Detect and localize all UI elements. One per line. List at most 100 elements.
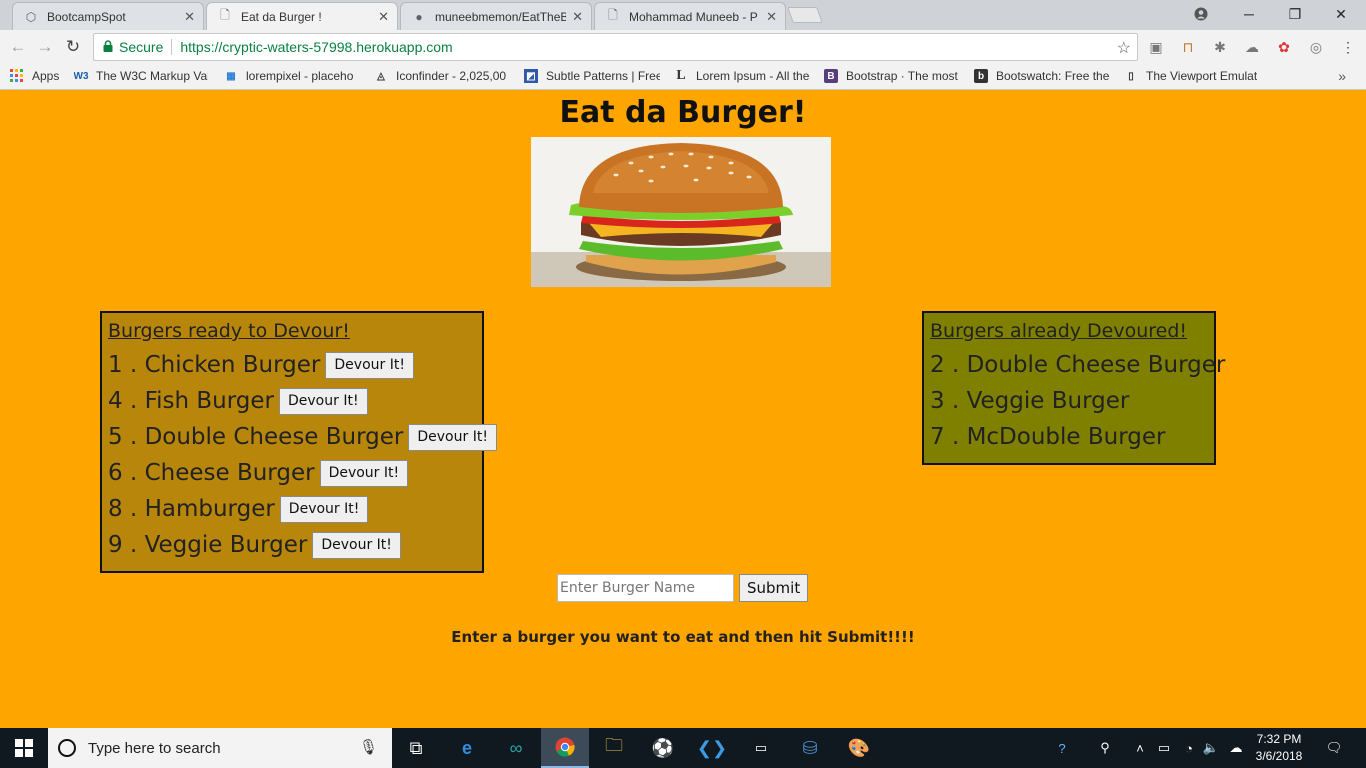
list-item: 5 . Double Cheese Burger Devour It! xyxy=(108,419,497,455)
instruction-text: Enter a burger you want to eat and then … xyxy=(451,628,915,646)
devour-button[interactable]: Devour It! xyxy=(408,423,497,451)
chevron-up-icon[interactable]: ˄ xyxy=(1132,728,1148,768)
close-icon[interactable]: ✕ xyxy=(378,9,389,25)
close-icon[interactable]: ✕ xyxy=(572,9,583,25)
bookmark-label: Bootswatch: Free the xyxy=(996,69,1110,83)
devour-button[interactable]: Devour It! xyxy=(312,531,401,559)
lock-icon xyxy=(103,39,113,55)
mysql-workbench-icon[interactable]: ⛁ xyxy=(786,728,834,768)
bookmark-bootswatch[interactable]: b Bootswatch: Free the xyxy=(974,69,1110,83)
back-arrow-icon[interactable]: ← xyxy=(8,37,28,57)
restore-icon[interactable]: ❐ xyxy=(1272,0,1318,28)
devour-button[interactable]: Devour It! xyxy=(279,387,368,415)
game-app-icon[interactable]: ⚽ xyxy=(639,728,687,768)
edge-icon[interactable]: e xyxy=(443,728,491,768)
arduino-icon[interactable]: ∞ xyxy=(492,728,540,768)
reload-icon[interactable]: ↻ xyxy=(63,37,83,57)
cortana-icon xyxy=(58,739,76,757)
apps-grid-icon xyxy=(10,69,24,83)
vscode-icon[interactable]: ❮❯ xyxy=(688,728,736,768)
bookmark-viewport-emulator[interactable]: ▯ The Viewport Emulat xyxy=(1124,69,1262,83)
clock-time: 7:32 PM xyxy=(1256,732,1302,746)
bookmark-lorempixel[interactable]: ▦ lorempixel - placeho xyxy=(224,69,360,83)
devoured-burgers-panel: Burgers already Devoured! 2 . Double Che… xyxy=(922,311,1226,465)
bookmark-label: Lorem Ipsum - All the xyxy=(696,69,810,83)
list-item: 3 . Veggie Burger xyxy=(930,388,1130,414)
bookmark-subtle-patterns[interactable]: ◩ Subtle Patterns | Free xyxy=(524,69,660,83)
extension-bug-icon[interactable]: ✱ xyxy=(1211,38,1229,56)
bootstrap-icon: B xyxy=(824,69,838,83)
bookmark-star-icon[interactable]: ☆ xyxy=(1117,38,1131,58)
file-explorer-icon[interactable]: 🗀 xyxy=(590,728,638,768)
page-icon: 🗋 xyxy=(220,8,230,22)
bookmark-lorem-ipsum[interactable]: L Lorem Ipsum - All the xyxy=(674,69,812,83)
minimize-icon[interactable]: ─ xyxy=(1226,0,1272,28)
extension-camera-icon[interactable]: ▣ xyxy=(1147,38,1165,56)
help-icon[interactable]: ? xyxy=(1048,728,1076,768)
tab-github[interactable]: ● muneebmemon/EatTheB ✕ xyxy=(400,2,592,30)
system-clock[interactable]: 7:32 PM 3/6/2018 xyxy=(1248,731,1310,765)
extension-color-wheel-icon[interactable]: ✿ xyxy=(1275,38,1293,56)
list-item: 7 . McDouble Burger xyxy=(930,424,1166,450)
windows-start-icon[interactable] xyxy=(0,728,48,768)
url-text[interactable]: https://cryptic-waters-57998.herokuapp.c… xyxy=(180,39,452,55)
burger-label: 5 . Double Cheese Burger xyxy=(108,424,404,450)
tab-title: BootcampSpot xyxy=(47,9,126,24)
tab-bootcampspot[interactable]: ⬡ BootcampSpot ✕ xyxy=(12,2,204,30)
extension-tools-icon[interactable]: ⊓ xyxy=(1179,38,1197,56)
devoured-burgers-heading: Burgers already Devoured! xyxy=(930,320,1188,342)
menu-kebab-icon[interactable]: ⋮ xyxy=(1339,38,1357,56)
close-window-icon[interactable]: ✕ xyxy=(1318,0,1364,28)
bookmark-iconfinder[interactable]: ◬ Iconfinder - 2,025,00 xyxy=(374,69,510,83)
paint-icon[interactable]: 🎨 xyxy=(835,728,883,768)
bookmark-w3c[interactable]: W3 The W3C Markup Val xyxy=(74,69,208,83)
devour-button[interactable]: Devour It! xyxy=(279,495,369,523)
onedrive-icon[interactable]: ☁ xyxy=(1226,728,1246,768)
wifi-icon[interactable]: ◔ xyxy=(1180,728,1198,768)
task-view-icon[interactable]: ⧉ xyxy=(392,728,440,768)
browser-toolbar: ← → ↻ Secure https://cryptic-waters-5799… xyxy=(0,30,1366,64)
people-icon[interactable]: ⚲ xyxy=(1094,728,1116,768)
bookmark-apps[interactable]: Apps xyxy=(10,69,70,83)
list-item: 2 . Double Cheese Burger xyxy=(930,352,1226,378)
subtle-patterns-icon: ◩ xyxy=(524,69,538,83)
bookmarks-bar: Apps W3 The W3C Markup Val ▦ lorempixel … xyxy=(0,64,1366,90)
microphone-icon[interactable]: 🎙 xyxy=(359,738,378,756)
forward-arrow-icon[interactable]: → xyxy=(35,37,55,57)
tab-eat-da-burger[interactable]: 🗋 Eat da Burger ! ✕ xyxy=(206,2,398,30)
close-icon[interactable]: ✕ xyxy=(766,9,777,25)
add-burger-form: Submit xyxy=(557,574,809,602)
tab-title: Mohammad Muneeb - P xyxy=(629,9,758,24)
burger-name-input[interactable] xyxy=(557,574,734,602)
terminal-icon[interactable]: ▭ xyxy=(737,728,785,768)
bookmark-label: The Viewport Emulat xyxy=(1146,69,1258,83)
taskbar-search-box[interactable]: Type here to search 🎙 xyxy=(48,728,392,768)
chevron-more-icon[interactable]: » xyxy=(1338,68,1346,84)
bookmark-label: The W3C Markup Val xyxy=(96,69,208,83)
bookmark-label: Iconfinder - 2,025,00 xyxy=(396,69,507,83)
devour-button[interactable]: Devour It! xyxy=(319,459,409,487)
battery-icon[interactable]: ▭ xyxy=(1154,728,1174,768)
lorempixel-icon: ▦ xyxy=(226,70,236,82)
volume-icon[interactable]: 🔈 xyxy=(1202,728,1220,768)
windows-taskbar: Type here to search 🎙 ⧉ e ∞ 🗀 ⚽ ❮❯ ▭ ⛁ 🎨… xyxy=(0,728,1366,768)
burger-label: 4 . Fish Burger xyxy=(108,388,274,414)
close-icon[interactable]: ✕ xyxy=(184,9,195,25)
secure-label: Secure xyxy=(119,39,164,55)
extension-cloud-icon[interactable]: ☁ xyxy=(1243,38,1261,56)
burger-image xyxy=(531,137,831,287)
extension-circle-icon[interactable]: ◎ xyxy=(1307,38,1325,56)
submit-button[interactable]: Submit xyxy=(739,574,809,602)
address-bar[interactable]: Secure https://cryptic-waters-57998.hero… xyxy=(93,33,1138,61)
ready-burgers-panel: Burgers ready to Devour! 1 . Chicken Bur… xyxy=(100,311,497,573)
tab-mohammad-muneeb[interactable]: 🗋 Mohammad Muneeb - P ✕ xyxy=(594,2,786,30)
devour-button[interactable]: Devour It! xyxy=(325,351,414,379)
profile-icon[interactable] xyxy=(1178,0,1224,28)
notifications-icon[interactable]: 🗨 xyxy=(1320,728,1348,768)
new-tab-button[interactable] xyxy=(787,7,823,23)
chrome-icon[interactable] xyxy=(541,728,589,768)
bookmark-bootstrap[interactable]: B Bootstrap · The most xyxy=(824,69,960,83)
tab-title: muneebmemon/EatTheB xyxy=(435,9,567,24)
burger-label: 1 . Chicken Burger xyxy=(108,352,321,378)
ready-burgers-heading: Burgers ready to Devour! xyxy=(108,320,350,342)
